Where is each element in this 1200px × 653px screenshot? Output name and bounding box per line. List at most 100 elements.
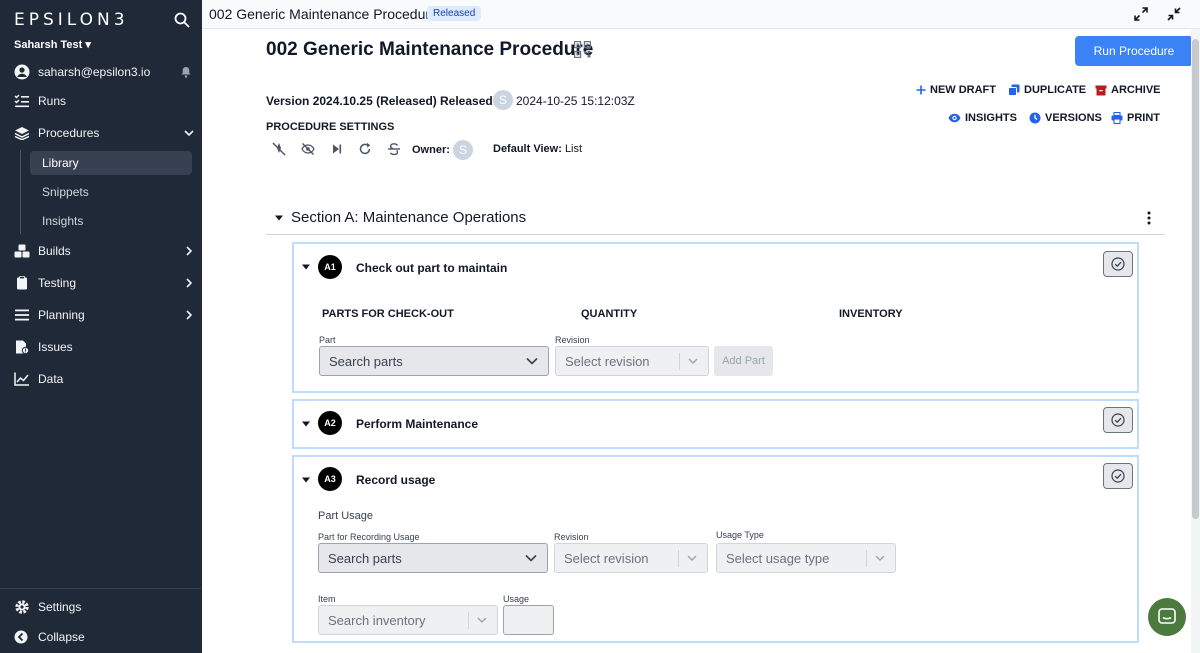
redo-icon[interactable] (358, 142, 372, 156)
new-draft-button[interactable]: NEW DRAFT (916, 84, 996, 96)
sidebar-subitem-snippets[interactable]: Snippets (30, 180, 192, 204)
caret-down-icon[interactable] (301, 475, 311, 485)
part-search-select[interactable]: Search parts (318, 543, 548, 573)
sidebar-item-label: Collapse (38, 630, 85, 644)
select-placeholder: Select revision (564, 550, 649, 566)
revision-label: Revision (555, 335, 590, 345)
default-view-label: Default View: (493, 143, 562, 155)
usage-input[interactable] (503, 605, 554, 635)
select-separator (866, 550, 867, 567)
sidebar-subitem-insights[interactable]: Insights (30, 209, 192, 233)
app-logo[interactable]: EPSILON3 (14, 10, 129, 30)
print-button[interactable]: PRINT (1111, 112, 1160, 124)
select-placeholder: Search parts (329, 353, 403, 369)
section-header[interactable]: Section A: Maintenance Operations (266, 201, 1165, 235)
chevron-down-icon (875, 555, 885, 561)
procedure-settings-label: PROCEDURE SETTINGS (266, 121, 395, 133)
skip-disabled-icon[interactable] (272, 142, 286, 156)
chat-support-button[interactable] (1148, 598, 1186, 636)
column-header: QUANTITY (581, 308, 638, 320)
check-circle-icon (1111, 469, 1125, 483)
sidebar-item-label: Testing (38, 276, 77, 290)
step-complete-button[interactable] (1103, 407, 1133, 433)
action-label: INSIGHTS (965, 112, 1017, 124)
archive-button[interactable]: ARCHIVE (1095, 84, 1161, 96)
revision-label: Revision (554, 532, 589, 542)
printer-icon (1111, 112, 1123, 124)
sidebar-item-label: Builds (38, 244, 71, 258)
chevron-down-icon (688, 358, 698, 364)
default-view-value: List (564, 143, 583, 155)
sidebar-item-procedures[interactable]: Procedures (14, 122, 194, 144)
strikethrough-icon[interactable] (387, 142, 401, 156)
chevron-down-icon (687, 555, 697, 561)
revision-select[interactable]: Select revision (555, 346, 709, 376)
sidebar-item-issues[interactable]: Issues (14, 336, 194, 358)
sidebar-item-planning[interactable]: Planning (14, 304, 194, 326)
usage-type-label: Usage Type (716, 530, 764, 540)
chevron-down-icon (525, 554, 537, 562)
copy-icon (1008, 84, 1020, 96)
caret-down-icon[interactable] (301, 262, 311, 272)
subnav-divider (20, 150, 21, 234)
revision-select[interactable]: Select revision (554, 543, 708, 573)
sidebar-item-data[interactable]: Data (14, 368, 194, 390)
step-complete-button[interactable] (1103, 251, 1133, 277)
sidebar-item-testing[interactable]: Testing (14, 272, 194, 294)
step-complete-button[interactable] (1103, 463, 1133, 489)
run-procedure-button[interactable]: Run Procedure (1075, 36, 1193, 66)
sidebar-divider (0, 588, 202, 589)
action-label: NEW DRAFT (930, 84, 996, 96)
scrollbar[interactable] (1191, 29, 1200, 653)
column-header: INVENTORY (839, 308, 903, 320)
caret-down-icon[interactable] (274, 213, 284, 223)
avatar: S (493, 90, 513, 110)
clipboard-icon (17, 276, 27, 290)
eye-icon (948, 113, 961, 123)
sidebar-item-builds[interactable]: Builds (14, 240, 194, 262)
kebab-menu-icon[interactable] (1147, 211, 1151, 225)
plus-icon (916, 85, 926, 95)
chevron-down-icon (477, 617, 487, 623)
qr-code-icon[interactable] (574, 41, 591, 58)
eye-slash-icon[interactable] (301, 142, 315, 156)
expand-icon[interactable] (1134, 7, 1148, 21)
section-title: Section A: Maintenance Operations (291, 209, 527, 226)
main-content: 002 Generic Maintenance Procedure Run Pr… (202, 29, 1200, 653)
sidebar-collapse-button[interactable]: Collapse (14, 626, 194, 648)
versions-button[interactable]: VERSIONS (1029, 112, 1102, 124)
compress-icon[interactable] (1167, 7, 1181, 21)
sidebar-item-label: Planning (38, 308, 85, 322)
insights-button[interactable]: INSIGHTS (948, 112, 1017, 124)
chevron-right-icon (186, 310, 193, 320)
sidebar-item-settings[interactable]: Settings (14, 596, 194, 618)
select-placeholder: Select usage type (726, 550, 830, 566)
scrollbar-thumb[interactable] (1192, 39, 1199, 519)
item-label: Item (318, 594, 336, 604)
item-select[interactable]: Search inventory (318, 605, 498, 635)
part-search-select[interactable]: Search parts (319, 346, 549, 376)
gear-icon (15, 600, 29, 614)
sidebar-item-label: Procedures (38, 126, 100, 140)
duplicate-button[interactable]: DUPLICATE (1008, 84, 1086, 96)
bars-icon (15, 309, 29, 321)
workspace-selector[interactable]: Saharsh Test ▾ (14, 38, 91, 51)
select-placeholder: Search parts (328, 550, 402, 566)
user-menu[interactable]: saharsh@epsilon3.io (14, 62, 192, 82)
search-icon[interactable] (174, 12, 190, 28)
add-part-button[interactable]: Add Part (714, 346, 773, 376)
column-header: PARTS FOR CHECK-OUT (322, 308, 454, 320)
sidebar-subitem-library[interactable]: Library (30, 151, 192, 175)
chart-line-icon (14, 372, 29, 386)
select-separator (468, 612, 469, 629)
step-title: Perform Maintenance (356, 417, 479, 431)
step-forward-icon[interactable] (330, 142, 344, 156)
usage-type-select[interactable]: Select usage type (716, 543, 896, 573)
caret-down-icon[interactable] (301, 419, 311, 429)
step-a1: A1 Check out part to maintain PARTS FOR … (292, 242, 1139, 393)
step-a2: A2 Perform Maintenance (292, 399, 1139, 449)
step-a3: A3 Record usage Part Usage Part for Reco… (292, 455, 1139, 643)
bell-icon[interactable] (180, 66, 192, 78)
page-title: 002 Generic Maintenance Procedure (266, 39, 594, 60)
sidebar-item-runs[interactable]: Runs (14, 90, 194, 112)
